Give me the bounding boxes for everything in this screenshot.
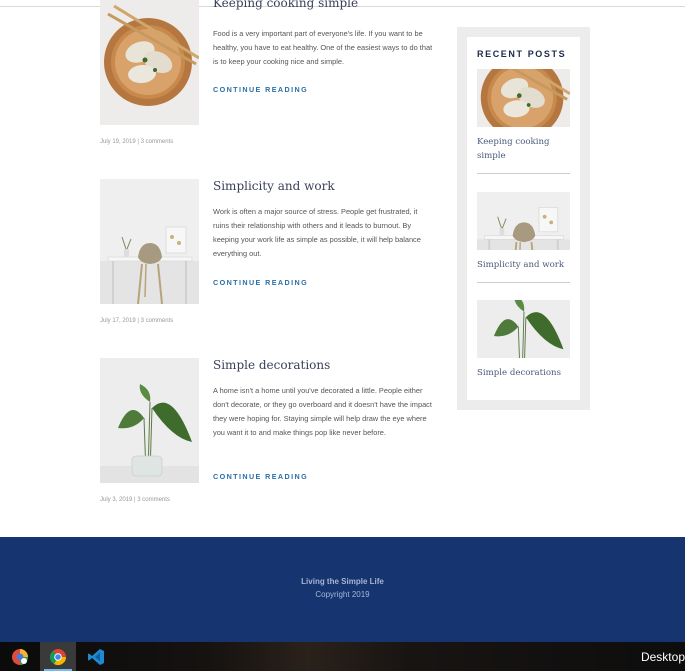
taskbar-app-button[interactable] [40,642,76,671]
continue-reading-link[interactable]: CONTINUE READING [213,472,308,481]
post-card: Simple decorations A home isn't a home u… [100,358,440,508]
post-title[interactable]: Simple decorations [213,358,330,372]
recent-posts-panel: RECENT POSTS Keeping cooking simple Simp… [467,37,580,400]
continue-reading-link[interactable]: CONTINUE READING [213,85,308,94]
vscode-icon [88,648,104,665]
dumplings-bowl-image [477,69,570,127]
post-thumbnail[interactable] [100,358,199,483]
post-excerpt: A home isn't a home until you've decorat… [213,386,432,437]
post-meta: July 19, 2019 | 3 comments [100,139,174,145]
footer-site-name: Living the Simple Life [301,577,384,586]
dumplings-bowl-image [100,0,199,125]
recent-post-link[interactable]: Simple decorations [477,366,572,380]
taskbar-app-button[interactable] [2,642,38,671]
desk-chair-image [100,179,199,304]
desk-chair-image [477,192,570,250]
post-meta: July 3, 2019 | 3 comments [100,497,170,503]
post-title[interactable]: Simplicity and work [213,179,335,193]
recent-posts-widget: RECENT POSTS Keeping cooking simple Simp… [457,27,590,410]
recent-post-thumbnail[interactable] [477,300,570,358]
recent-post-thumbnail[interactable] [477,192,570,250]
site-footer: Living the Simple Life Copyright 2019 [0,537,685,642]
taskbar: Desktop [0,642,685,671]
recent-post-thumbnail[interactable] [477,69,570,127]
divider [477,282,570,283]
app-icon [12,648,28,665]
continue-reading-link[interactable]: CONTINUE READING [213,278,308,287]
post-card: Simplicity and work Work is often a majo… [100,179,440,329]
recent-post-link[interactable]: Simplicity and work [477,258,572,272]
post-thumbnail[interactable] [100,0,199,125]
recent-posts-heading: RECENT POSTS [477,49,567,59]
recent-post-link[interactable]: Keeping cooking simple [477,135,572,163]
plant-vase-image [100,358,199,483]
divider [477,173,570,174]
post-meta: July 17, 2019 | 3 comments [100,318,174,324]
post-title[interactable]: Keeping cooking simple [213,0,358,10]
taskbar-app-button[interactable] [78,642,114,671]
post-excerpt: Work is often a major source of stress. … [213,207,421,258]
chrome-icon [49,648,67,665]
post-thumbnail[interactable] [100,179,199,304]
footer-copyright: Copyright 2019 [315,590,370,599]
desktop-toolbar-label[interactable]: Desktop [641,650,685,664]
post-excerpt: Food is a very important part of everyon… [213,29,433,66]
post-card: Keeping cooking simple Food is a very im… [100,0,440,150]
plant-vase-image [477,300,570,358]
